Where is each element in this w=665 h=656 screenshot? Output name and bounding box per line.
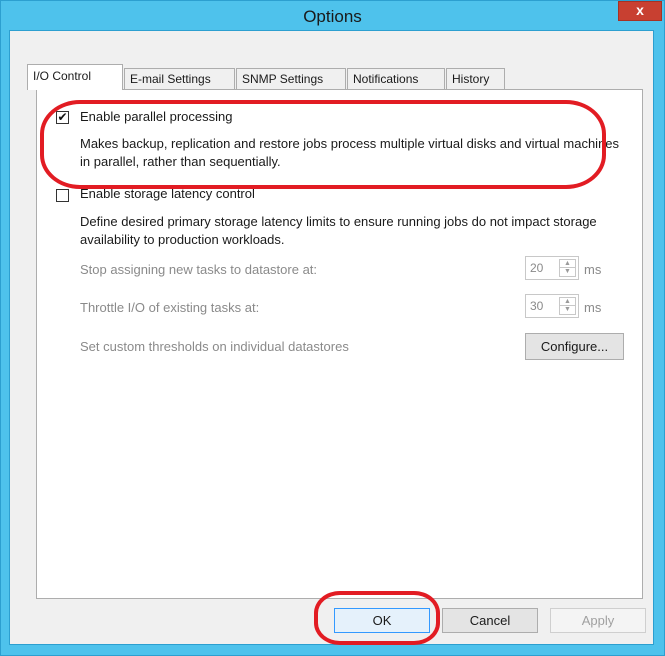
- spin-up-icon[interactable]: ▲: [560, 298, 575, 306]
- parallel-processing-description: Makes backup, replication and restore jo…: [80, 136, 620, 169]
- parallel-processing-label[interactable]: Enable parallel processing: [80, 109, 232, 124]
- ok-button[interactable]: OK: [334, 608, 430, 633]
- tab-snmp-settings[interactable]: SNMP Settings: [236, 68, 346, 89]
- tab-io-control[interactable]: I/O Control: [27, 64, 123, 90]
- window-title: Options: [303, 7, 362, 26]
- custom-thresholds-label: Set custom thresholds on individual data…: [80, 339, 349, 354]
- stop-assigning-label: Stop assigning new tasks to datastore at…: [80, 262, 318, 277]
- storage-latency-label[interactable]: Enable storage latency control: [80, 186, 255, 201]
- throttle-io-value[interactable]: 30: [530, 299, 543, 313]
- throttle-io-unit: ms: [584, 300, 602, 315]
- title-bar: Options x: [1, 1, 664, 31]
- spin-down-icon[interactable]: ▼: [560, 268, 575, 276]
- stop-assigning-arrows[interactable]: ▲ ▼: [559, 259, 576, 277]
- tab-notifications[interactable]: Notifications: [347, 68, 445, 89]
- apply-button[interactable]: Apply: [550, 608, 646, 633]
- stop-assigning-unit: ms: [584, 262, 602, 277]
- throttle-io-arrows[interactable]: ▲ ▼: [559, 297, 576, 315]
- close-button[interactable]: x: [618, 1, 662, 21]
- tab-history[interactable]: History: [446, 68, 505, 89]
- tab-email-settings[interactable]: E-mail Settings: [124, 68, 235, 89]
- configure-button[interactable]: Configure...: [525, 333, 624, 360]
- parallel-processing-checkbox[interactable]: ✔: [56, 111, 69, 124]
- stop-assigning-value[interactable]: 20: [530, 261, 543, 275]
- cancel-button[interactable]: Cancel: [442, 608, 538, 633]
- storage-latency-checkbox[interactable]: [56, 189, 69, 202]
- spin-up-icon[interactable]: ▲: [560, 260, 575, 268]
- storage-latency-description: Define desired primary storage latency l…: [80, 214, 597, 247]
- throttle-io-spinner[interactable]: 30 ▲ ▼: [525, 294, 579, 318]
- stop-assigning-spinner[interactable]: 20 ▲ ▼: [525, 256, 579, 280]
- spin-down-icon[interactable]: ▼: [560, 306, 575, 314]
- throttle-io-label: Throttle I/O of existing tasks at:: [80, 300, 260, 315]
